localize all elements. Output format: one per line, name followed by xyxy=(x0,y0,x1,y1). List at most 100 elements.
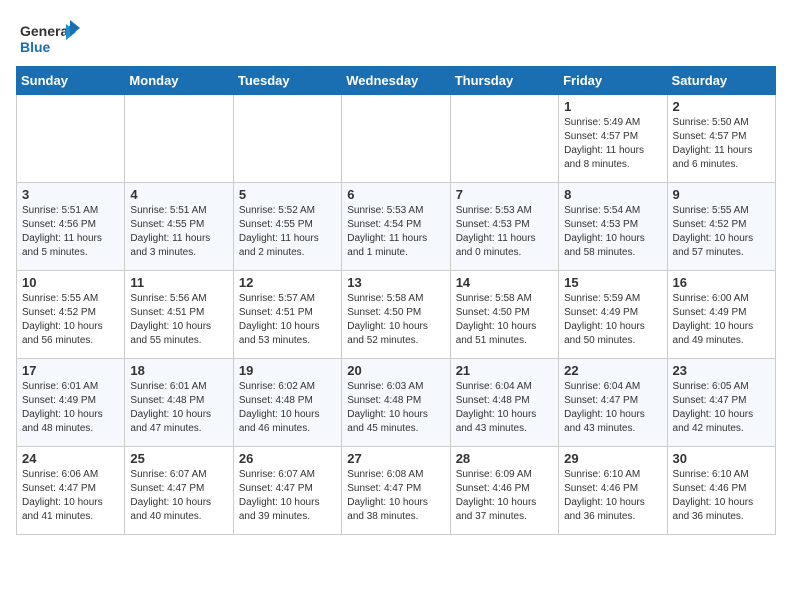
calendar-empty-cell xyxy=(450,95,558,183)
weekday-header-saturday: Saturday xyxy=(667,67,775,95)
day-number: 7 xyxy=(456,187,553,202)
calendar-day-11: 11 Sunrise: 5:56 AM Sunset: 4:51 PM Dayli… xyxy=(125,271,233,359)
header: GeneralBlue xyxy=(0,0,792,66)
weekday-header-monday: Monday xyxy=(125,67,233,95)
day-number: 25 xyxy=(130,451,227,466)
calendar-day-1: 1 Sunrise: 5:49 AM Sunset: 4:57 PM Daylig… xyxy=(559,95,667,183)
calendar-empty-cell xyxy=(125,95,233,183)
day-info: Sunrise: 5:49 AM Sunset: 4:57 PM Dayligh… xyxy=(564,116,661,172)
day-number: 6 xyxy=(347,187,444,202)
svg-text:General: General xyxy=(20,23,72,39)
calendar-day-10: 10Sunrise: 5:55 AM Sunset: 4:52 PM Dayli… xyxy=(17,271,125,359)
day-info: Sunrise: 6:07 AM Sunset: 4:47 PM Dayligh… xyxy=(239,468,336,524)
day-number: 9 xyxy=(673,187,770,202)
weekday-header-friday: Friday xyxy=(559,67,667,95)
calendar-week-row: 24 Sunrise: 6:06 AM Sunset: 4:47 PM Dayli… xyxy=(17,447,776,535)
weekday-header-tuesday: Tuesday xyxy=(233,67,341,95)
calendar-day-27: 27Sunrise: 6:08 AM Sunset: 4:47 PM Dayli… xyxy=(342,447,450,535)
day-info: Sunrise: 5:56 AM Sunset: 4:51 PM Dayligh… xyxy=(130,292,227,348)
day-number: 11 xyxy=(130,275,227,290)
day-number: 4 xyxy=(130,187,227,202)
calendar-day-2: 2 Sunrise: 5:50 AM Sunset: 4:57 PM Daylig… xyxy=(667,95,775,183)
calendar-day-24: 24 Sunrise: 6:06 AM Sunset: 4:47 PM Dayli… xyxy=(17,447,125,535)
day-number: 16 xyxy=(673,275,770,290)
page: GeneralBlue SundayMondayTuesdayWednesday… xyxy=(0,0,792,612)
day-number: 10 xyxy=(22,275,119,290)
calendar-day-16: 16 Sunrise: 6:00 AM Sunset: 4:49 PM Dayli… xyxy=(667,271,775,359)
day-info: Sunrise: 6:04 AM Sunset: 4:48 PM Dayligh… xyxy=(456,380,553,436)
calendar-day-12: 12 Sunrise: 5:57 AM Sunset: 4:51 PM Dayli… xyxy=(233,271,341,359)
day-number: 28 xyxy=(456,451,553,466)
day-number: 20 xyxy=(347,363,444,378)
calendar-week-row: 3Sunrise: 5:51 AM Sunset: 4:56 PM Daylig… xyxy=(17,183,776,271)
day-number: 17 xyxy=(22,363,119,378)
calendar-day-19: 19Sunrise: 6:02 AM Sunset: 4:48 PM Dayli… xyxy=(233,359,341,447)
day-info: Sunrise: 6:09 AM Sunset: 4:46 PM Dayligh… xyxy=(456,468,553,524)
day-info: Sunrise: 5:55 AM Sunset: 4:52 PM Dayligh… xyxy=(673,204,770,260)
svg-text:Blue: Blue xyxy=(20,39,51,55)
calendar-day-29: 29 Sunrise: 6:10 AM Sunset: 4:46 PM Dayli… xyxy=(559,447,667,535)
day-number: 15 xyxy=(564,275,661,290)
weekday-header-thursday: Thursday xyxy=(450,67,558,95)
day-info: Sunrise: 6:01 AM Sunset: 4:48 PM Dayligh… xyxy=(130,380,227,436)
day-info: Sunrise: 6:06 AM Sunset: 4:47 PM Dayligh… xyxy=(22,468,119,524)
day-number: 13 xyxy=(347,275,444,290)
day-number: 19 xyxy=(239,363,336,378)
calendar-day-9: 9 Sunrise: 5:55 AM Sunset: 4:52 PM Daylig… xyxy=(667,183,775,271)
day-number: 29 xyxy=(564,451,661,466)
day-info: Sunrise: 6:10 AM Sunset: 4:46 PM Dayligh… xyxy=(673,468,770,524)
weekday-header-wednesday: Wednesday xyxy=(342,67,450,95)
day-number: 21 xyxy=(456,363,553,378)
calendar-day-6: 6 Sunrise: 5:53 AM Sunset: 4:54 PM Daylig… xyxy=(342,183,450,271)
calendar-week-row: 1 Sunrise: 5:49 AM Sunset: 4:57 PM Daylig… xyxy=(17,95,776,183)
calendar-day-18: 18Sunrise: 6:01 AM Sunset: 4:48 PM Dayli… xyxy=(125,359,233,447)
calendar-day-8: 8Sunrise: 5:54 AM Sunset: 4:53 PM Daylig… xyxy=(559,183,667,271)
day-number: 5 xyxy=(239,187,336,202)
day-info: Sunrise: 5:52 AM Sunset: 4:55 PM Dayligh… xyxy=(239,204,336,260)
calendar-day-15: 15 Sunrise: 5:59 AM Sunset: 4:49 PM Dayli… xyxy=(559,271,667,359)
day-number: 1 xyxy=(564,99,661,114)
day-info: Sunrise: 6:07 AM Sunset: 4:47 PM Dayligh… xyxy=(130,468,227,524)
day-info: Sunrise: 6:03 AM Sunset: 4:48 PM Dayligh… xyxy=(347,380,444,436)
day-number: 26 xyxy=(239,451,336,466)
day-info: Sunrise: 5:57 AM Sunset: 4:51 PM Dayligh… xyxy=(239,292,336,348)
logo-svg: GeneralBlue xyxy=(20,18,80,58)
day-info: Sunrise: 5:58 AM Sunset: 4:50 PM Dayligh… xyxy=(347,292,444,348)
day-number: 27 xyxy=(347,451,444,466)
calendar-day-21: 21 Sunrise: 6:04 AM Sunset: 4:48 PM Dayli… xyxy=(450,359,558,447)
calendar-day-7: 7 Sunrise: 5:53 AM Sunset: 4:53 PM Daylig… xyxy=(450,183,558,271)
day-number: 14 xyxy=(456,275,553,290)
weekday-header-sunday: Sunday xyxy=(17,67,125,95)
weekday-header-row: SundayMondayTuesdayWednesdayThursdayFrid… xyxy=(17,67,776,95)
day-number: 2 xyxy=(673,99,770,114)
calendar-day-5: 5 Sunrise: 5:52 AM Sunset: 4:55 PM Daylig… xyxy=(233,183,341,271)
calendar-table: SundayMondayTuesdayWednesdayThursdayFrid… xyxy=(16,66,776,535)
day-number: 30 xyxy=(673,451,770,466)
day-info: Sunrise: 6:10 AM Sunset: 4:46 PM Dayligh… xyxy=(564,468,661,524)
calendar-empty-cell xyxy=(342,95,450,183)
day-number: 23 xyxy=(673,363,770,378)
logo: GeneralBlue xyxy=(20,18,80,58)
calendar-day-28: 28 Sunrise: 6:09 AM Sunset: 4:46 PM Dayli… xyxy=(450,447,558,535)
calendar-week-row: 17 Sunrise: 6:01 AM Sunset: 4:49 PM Dayli… xyxy=(17,359,776,447)
day-number: 22 xyxy=(564,363,661,378)
day-info: Sunrise: 6:05 AM Sunset: 4:47 PM Dayligh… xyxy=(673,380,770,436)
calendar-day-22: 22 Sunrise: 6:04 AM Sunset: 4:47 PM Dayli… xyxy=(559,359,667,447)
calendar-day-4: 4 Sunrise: 5:51 AM Sunset: 4:55 PM Daylig… xyxy=(125,183,233,271)
day-info: Sunrise: 6:01 AM Sunset: 4:49 PM Dayligh… xyxy=(22,380,119,436)
calendar-empty-cell xyxy=(233,95,341,183)
day-number: 12 xyxy=(239,275,336,290)
calendar-day-17: 17 Sunrise: 6:01 AM Sunset: 4:49 PM Dayli… xyxy=(17,359,125,447)
calendar-week-row: 10Sunrise: 5:55 AM Sunset: 4:52 PM Dayli… xyxy=(17,271,776,359)
day-info: Sunrise: 5:53 AM Sunset: 4:53 PM Dayligh… xyxy=(456,204,553,260)
day-info: Sunrise: 5:59 AM Sunset: 4:49 PM Dayligh… xyxy=(564,292,661,348)
day-info: Sunrise: 5:51 AM Sunset: 4:55 PM Dayligh… xyxy=(130,204,227,260)
day-info: Sunrise: 6:04 AM Sunset: 4:47 PM Dayligh… xyxy=(564,380,661,436)
calendar-day-13: 13 Sunrise: 5:58 AM Sunset: 4:50 PM Dayli… xyxy=(342,271,450,359)
day-info: Sunrise: 5:53 AM Sunset: 4:54 PM Dayligh… xyxy=(347,204,444,260)
calendar-day-23: 23 Sunrise: 6:05 AM Sunset: 4:47 PM Dayli… xyxy=(667,359,775,447)
day-number: 24 xyxy=(22,451,119,466)
calendar-day-26: 26 Sunrise: 6:07 AM Sunset: 4:47 PM Dayli… xyxy=(233,447,341,535)
day-info: Sunrise: 5:50 AM Sunset: 4:57 PM Dayligh… xyxy=(673,116,770,172)
day-info: Sunrise: 6:00 AM Sunset: 4:49 PM Dayligh… xyxy=(673,292,770,348)
